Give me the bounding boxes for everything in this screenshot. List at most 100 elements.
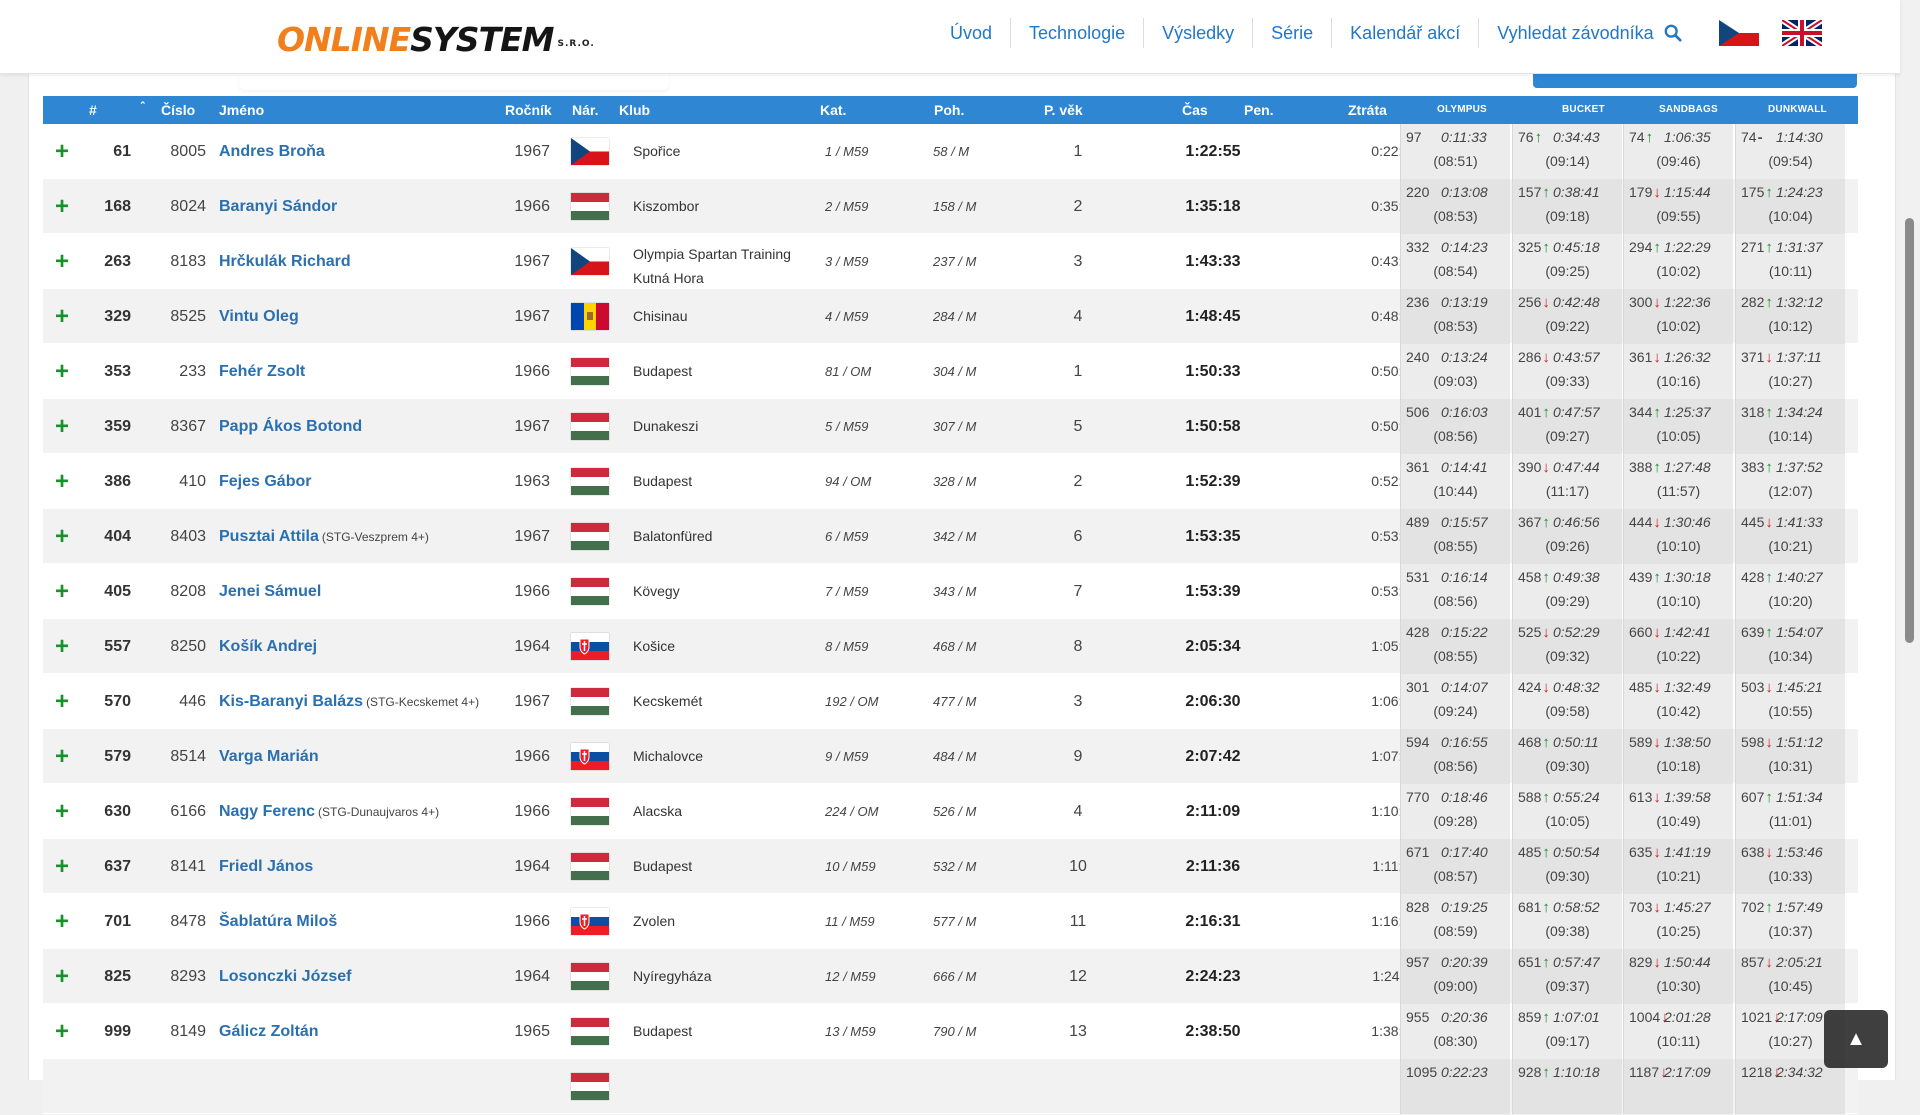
- table-row[interactable]: +825 8293 Losonczki József 1964 Nyíregyháza 1…: [43, 949, 1858, 1004]
- scrollbar-thumb[interactable]: [1905, 218, 1914, 643]
- expand-row-icon[interactable]: +: [55, 289, 69, 344]
- expand-row-icon[interactable]: +: [55, 1004, 69, 1059]
- expand-row-icon[interactable]: +: [55, 674, 69, 729]
- athlete-link[interactable]: Fejes Gábor: [219, 473, 311, 490]
- athlete-link[interactable]: Fehér Zsolt: [219, 363, 305, 380]
- table-row[interactable]: +405 8208 Jenei Sámuel 1966 Kövegy 7 / M59 343…: [43, 564, 1858, 619]
- col-time[interactable]: Čas: [1182, 96, 1208, 124]
- expand-row-icon[interactable]: +: [55, 784, 69, 839]
- col-year[interactable]: Ročník: [505, 96, 552, 124]
- table-row[interactable]: +168 8024 Baranyi Sándor 1966 Kiszombor 2 / M…: [43, 179, 1858, 234]
- col-nat[interactable]: Nár.: [572, 96, 598, 124]
- segment-rank-value: 928: [1518, 1064, 1542, 1080]
- athlete-link[interactable]: Losonczki József: [219, 968, 351, 985]
- expand-row-icon[interactable]: +: [55, 894, 69, 949]
- table-row[interactable]: +329 8525 Vintu Oleg 1967 Chisinau 4 / M59 284…: [43, 289, 1858, 344]
- col-rank[interactable]: #: [89, 96, 97, 124]
- segment-lap: (09:46): [1656, 153, 1701, 169]
- expand-row-icon[interactable]: +: [55, 124, 69, 179]
- cell-category: 11 / M59: [825, 914, 875, 929]
- expand-row-icon[interactable]: +: [55, 564, 69, 619]
- table-row[interactable]: 1095 0:22:23 928↑ 1:10:18 1187↓ 2:17:09 1218↓ 2…: [43, 1059, 1858, 1114]
- flag-cz-icon[interactable]: [1719, 20, 1759, 46]
- table-row[interactable]: +404 8403 Pusztai Attila (STG-Veszprem 4+) 1…: [43, 509, 1858, 564]
- table-row[interactable]: +263 8183 Hrčkulák Richard 1967 Olympia Spar…: [43, 234, 1858, 289]
- expand-row-icon[interactable]: +: [55, 509, 69, 564]
- expand-row-icon[interactable]: +: [55, 344, 69, 399]
- cell-name: Hrčkulák Richard: [219, 234, 354, 290]
- segment-cell: 344↑ 1:25:37 (10:05): [1623, 399, 1733, 454]
- athlete-link[interactable]: Pusztai Attila: [219, 528, 319, 545]
- sort-icon[interactable]: ⌃: [139, 91, 147, 119]
- col-loss[interactable]: Ztráta: [1348, 96, 1387, 124]
- nav-kalendar-akci[interactable]: Kalendář akcí: [1332, 18, 1480, 48]
- athlete-link[interactable]: Hrčkulák Richard: [219, 253, 351, 270]
- table-row[interactable]: +386 410 Fejes Gábor 1963 Budapest 94 / OM 328…: [43, 454, 1858, 509]
- expand-row-icon[interactable]: +: [55, 949, 69, 1004]
- table-row[interactable]: +637 8141 Friedl János 1964 Budapest 10 / M59…: [43, 839, 1858, 894]
- table-row[interactable]: +353 233 Fehér Zsolt 1966 Budapest 81 / OM 304…: [43, 344, 1858, 399]
- table-row[interactable]: +701 8478 Šablatúra Miloš 1966 Zvolen 11 / M5…: [43, 894, 1858, 949]
- cell-time: 2:11:09: [1185, 803, 1241, 820]
- cell-bib: 8367: [170, 418, 206, 435]
- table-row[interactable]: +579 8514 Varga Marián 1966 Michalovce 9 / M5…: [43, 729, 1858, 784]
- page-scrollbar[interactable]: [1900, 0, 1920, 1080]
- cell-year: 1967: [514, 528, 550, 545]
- athlete-link[interactable]: Gálicz Zoltán: [219, 1023, 319, 1040]
- expand-row-icon[interactable]: +: [55, 234, 69, 289]
- col-seg-dunkwall[interactable]: DUNKWALL: [1768, 96, 1827, 124]
- onlinesystem-logo[interactable]: ONLINESYSTEM S.R.O.: [277, 20, 595, 64]
- col-club[interactable]: Klub: [619, 96, 650, 124]
- col-bib[interactable]: Číslo: [161, 96, 195, 124]
- arrow-up-icon: ↑: [1653, 239, 1661, 256]
- athlete-link[interactable]: Nagy Ferenc: [219, 803, 315, 820]
- table-row[interactable]: +570 446 Kis-Baranyi Balázs (STG-Kecskemet …: [43, 674, 1858, 729]
- table-row[interactable]: +999 8149 Gálicz Zoltán 1965 Budapest 13 / M5…: [43, 1004, 1858, 1059]
- segment-lap: (10:11): [1768, 263, 1813, 279]
- cell-rank: 405: [104, 583, 131, 600]
- nav-uvod[interactable]: Úvod: [932, 18, 1012, 48]
- segment-lap: (10:14): [1768, 428, 1813, 444]
- flag-gb-icon[interactable]: [1782, 20, 1822, 46]
- col-age-place[interactable]: P. věk: [1044, 96, 1083, 124]
- expand-row-icon[interactable]: +: [55, 179, 69, 234]
- col-seg-sandbags[interactable]: SANDBAGS: [1659, 96, 1718, 124]
- expand-row-icon[interactable]: +: [55, 619, 69, 674]
- athlete-link[interactable]: Baranyi Sándor: [219, 198, 337, 215]
- table-row[interactable]: +557 8250 Košík Andrej 1964 Košice 8 / M59 468…: [43, 619, 1858, 674]
- col-cat[interactable]: Kat.: [820, 96, 846, 124]
- segment-rank: 76↑: [1518, 129, 1542, 146]
- table-row[interactable]: +61 8005 Andres Broňa 1967 Spořice 1 / M59 58 …: [43, 124, 1858, 179]
- athlete-link[interactable]: Kis-Baranyi Balázs: [219, 693, 363, 710]
- athlete-link[interactable]: Košík Andrej: [219, 638, 317, 655]
- athlete-link[interactable]: Vintu Oleg: [219, 308, 299, 325]
- scroll-to-top-button[interactable]: ▲: [1824, 1010, 1888, 1068]
- athlete-link[interactable]: Andres Broňa: [219, 143, 325, 160]
- table-row[interactable]: +630 6166 Nagy Ferenc (STG-Dunaujvaros 4+) 1…: [43, 784, 1858, 839]
- segment-rank: 702↑: [1741, 899, 1773, 916]
- segment-rank-value: 428: [1741, 569, 1765, 585]
- nav-technologie[interactable]: Technologie: [1011, 18, 1145, 48]
- expand-row-icon[interactable]: +: [55, 839, 69, 894]
- athlete-link[interactable]: Friedl János: [219, 858, 313, 875]
- table-row[interactable]: +359 8367 Papp Ákos Botond 1967 Dunakeszi 5 /…: [43, 399, 1858, 454]
- expand-row-icon[interactable]: +: [55, 729, 69, 784]
- col-sex[interactable]: Poh.: [934, 96, 964, 124]
- expand-row-icon[interactable]: +: [55, 399, 69, 454]
- filter-tab-button[interactable]: [1533, 74, 1857, 88]
- expand-row-icon[interactable]: +: [55, 454, 69, 509]
- flag-sk-icon: [571, 908, 609, 935]
- athlete-link[interactable]: Jenei Sámuel: [219, 583, 321, 600]
- col-seg-bucket[interactable]: BUCKET: [1562, 96, 1605, 124]
- col-seg-olympus[interactable]: OLYMPUS: [1437, 96, 1487, 124]
- nav-vyhledat-zavodnika[interactable]: Vyhledat závodníka: [1479, 18, 1663, 48]
- athlete-link[interactable]: Papp Ákos Botond: [219, 418, 362, 435]
- search-icon[interactable]: [1664, 24, 1682, 42]
- cell-club: Košice: [633, 638, 676, 654]
- nav-serie[interactable]: Série: [1253, 18, 1333, 48]
- athlete-link[interactable]: Šablatúra Miloš: [219, 913, 337, 930]
- col-name[interactable]: Jméno: [219, 96, 264, 124]
- nav-vysledky[interactable]: Výsledky: [1144, 18, 1254, 48]
- athlete-link[interactable]: Varga Marián: [219, 748, 319, 765]
- col-penalty[interactable]: Pen.: [1244, 96, 1274, 124]
